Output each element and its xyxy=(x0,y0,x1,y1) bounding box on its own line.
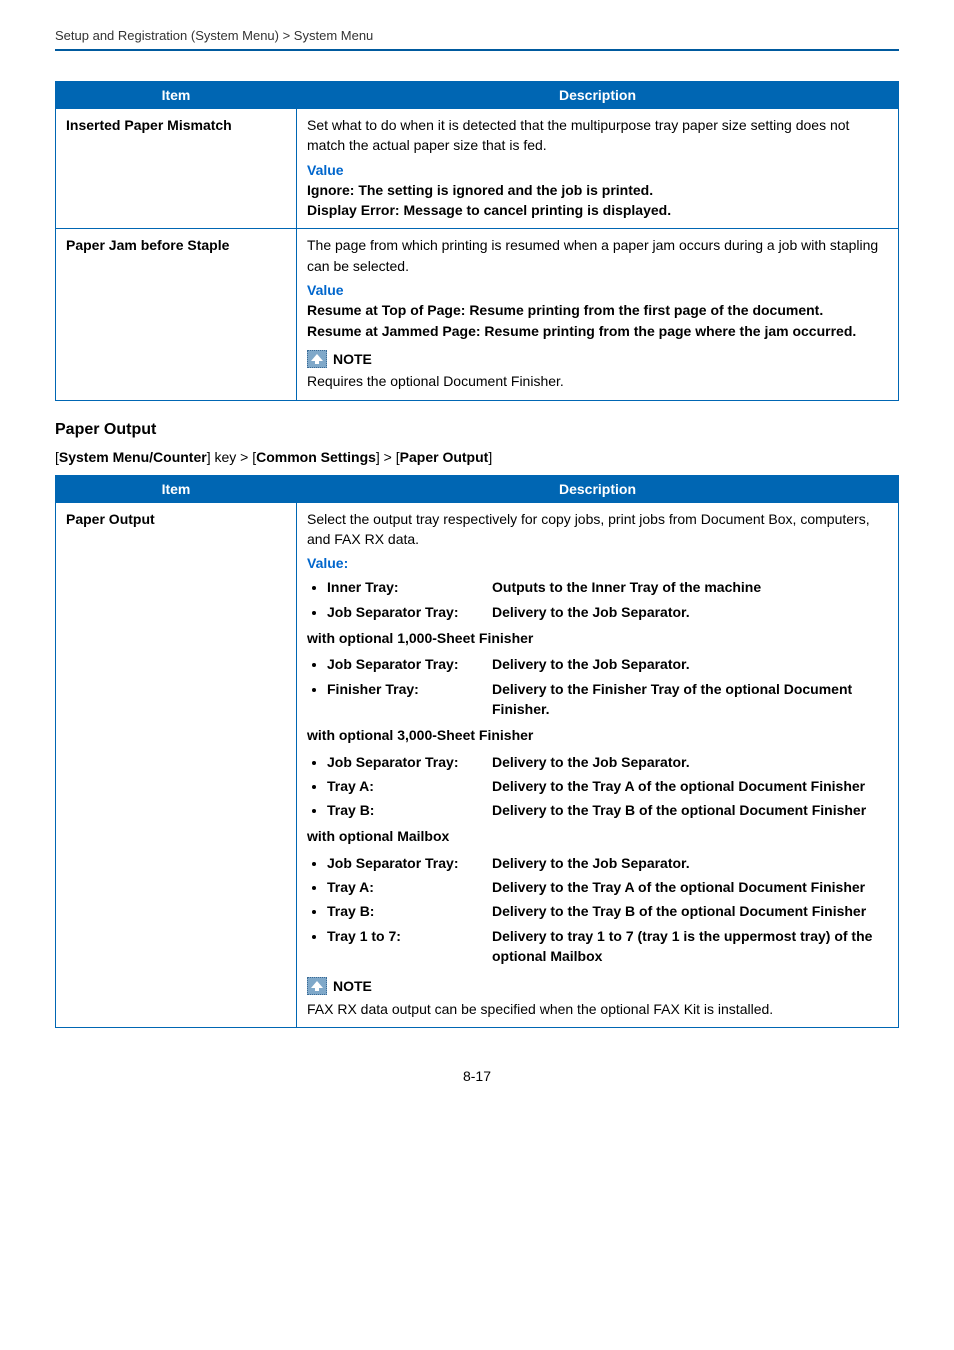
value-option: Display Error: Message to cancel printin… xyxy=(307,200,888,220)
tray-desc: Delivery to the Job Separator. xyxy=(492,654,888,674)
tray-desc: Delivery to the Tray A of the optional D… xyxy=(492,877,888,897)
value-option: Resume at Top of Page: Resume printing f… xyxy=(307,300,888,320)
tray-list-3000: Job Separator Tray:Delivery to the Job S… xyxy=(307,750,888,823)
item-cell: Paper Jam before Staple xyxy=(56,229,297,400)
note-label: NOTE xyxy=(333,349,372,369)
list-item: Job Separator Tray:Delivery to the Job S… xyxy=(327,652,888,676)
note-text: FAX RX data output can be specified when… xyxy=(307,999,888,1019)
breadcrumb: Setup and Registration (System Menu) > S… xyxy=(55,28,899,43)
menu-path: [System Menu/Counter] key > [Common Sett… xyxy=(55,449,899,465)
tray-label: Job Separator Tray: xyxy=(327,602,492,622)
group-heading: with optional 3,000-Sheet Finisher xyxy=(307,725,888,745)
tray-desc: Delivery to the Tray B of the optional D… xyxy=(492,901,888,921)
item-cell: Paper Output xyxy=(56,502,297,1027)
note-icon xyxy=(307,350,327,368)
tray-desc: Delivery to the Job Separator. xyxy=(492,752,888,772)
value-option: Ignore: The setting is ignored and the j… xyxy=(307,180,888,200)
table-row: Paper Output Select the output tray resp… xyxy=(56,502,899,1027)
tray-label: Job Separator Tray: xyxy=(327,654,492,674)
tray-desc: Outputs to the Inner Tray of the machine xyxy=(492,577,888,597)
page-number: 8-17 xyxy=(55,1068,899,1084)
th-desc: Description xyxy=(297,82,899,109)
value-label: Value: xyxy=(307,553,888,573)
list-item: Tray A:Delivery to the Tray A of the opt… xyxy=(327,875,888,899)
tray-label: Tray B: xyxy=(327,901,492,921)
tray-label: Tray A: xyxy=(327,877,492,897)
desc-intro: The page from which printing is resumed … xyxy=(307,235,888,276)
tray-label: Inner Tray: xyxy=(327,577,492,597)
tray-desc: Delivery to the Tray A of the optional D… xyxy=(492,776,888,796)
list-item: Tray B:Delivery to the Tray B of the opt… xyxy=(327,798,888,822)
desc-cell: Set what to do when it is detected that … xyxy=(297,109,899,229)
group-heading: with optional Mailbox xyxy=(307,826,888,846)
tray-label: Job Separator Tray: xyxy=(327,853,492,873)
list-item: Job Separator Tray:Delivery to the Job S… xyxy=(327,750,888,774)
th-item: Item xyxy=(56,475,297,502)
list-item: Tray 1 to 7:Delivery to tray 1 to 7 (tra… xyxy=(327,924,888,969)
list-item: Job Separator Tray:Delivery to the Job S… xyxy=(327,851,888,875)
menu-path-part: Common Settings xyxy=(256,449,376,465)
value-label: Value xyxy=(307,280,888,300)
note-label: NOTE xyxy=(333,976,372,996)
tray-desc: Delivery to tray 1 to 7 (tray 1 is the u… xyxy=(492,926,888,967)
desc-cell: Select the output tray respectively for … xyxy=(297,502,899,1027)
tray-list-default: Inner Tray:Outputs to the Inner Tray of … xyxy=(307,575,888,624)
note-text: Requires the optional Document Finisher. xyxy=(307,371,888,391)
tray-label: Tray A: xyxy=(327,776,492,796)
th-desc: Description xyxy=(297,475,899,502)
tray-label: Tray B: xyxy=(327,800,492,820)
item-cell: Inserted Paper Mismatch xyxy=(56,109,297,229)
table-row: Inserted Paper Mismatch Set what to do w… xyxy=(56,109,899,229)
th-item: Item xyxy=(56,82,297,109)
tray-label: Finisher Tray: xyxy=(327,679,492,720)
desc-cell: The page from which printing is resumed … xyxy=(297,229,899,400)
settings-table-1: Item Description Inserted Paper Mismatch… xyxy=(55,81,899,401)
header-divider xyxy=(55,49,899,51)
menu-path-sep: ] key > [ xyxy=(207,449,256,465)
menu-path-part: System Menu/Counter xyxy=(59,449,207,465)
tray-desc: Delivery to the Tray B of the optional D… xyxy=(492,800,888,820)
list-item: Finisher Tray:Delivery to the Finisher T… xyxy=(327,677,888,722)
tray-desc: Delivery to the Job Separator. xyxy=(492,602,888,622)
tray-label: Tray 1 to 7: xyxy=(327,926,492,967)
list-item: Inner Tray:Outputs to the Inner Tray of … xyxy=(327,575,888,599)
list-item: Tray A:Delivery to the Tray A of the opt… xyxy=(327,774,888,798)
desc-intro: Set what to do when it is detected that … xyxy=(307,115,888,156)
value-option: Resume at Jammed Page: Resume printing f… xyxy=(307,321,888,341)
tray-label: Job Separator Tray: xyxy=(327,752,492,772)
note-icon xyxy=(307,977,327,995)
tray-list-1000: Job Separator Tray:Delivery to the Job S… xyxy=(307,652,888,721)
tray-desc: Delivery to the Finisher Tray of the opt… xyxy=(492,679,888,720)
group-heading: with optional 1,000-Sheet Finisher xyxy=(307,628,888,648)
settings-table-2: Item Description Paper Output Select the… xyxy=(55,475,899,1028)
value-label: Value xyxy=(307,160,888,180)
list-item: Tray B:Delivery to the Tray B of the opt… xyxy=(327,899,888,923)
tray-desc: Delivery to the Job Separator. xyxy=(492,853,888,873)
menu-path-part: Paper Output xyxy=(400,449,489,465)
table-row: Paper Jam before Staple The page from wh… xyxy=(56,229,899,400)
tray-list-mailbox: Job Separator Tray:Delivery to the Job S… xyxy=(307,851,888,968)
menu-path-end: ] xyxy=(488,449,492,465)
section-heading: Paper Output xyxy=(55,421,899,439)
menu-path-sep: ] > [ xyxy=(376,449,400,465)
list-item: Job Separator Tray:Delivery to the Job S… xyxy=(327,600,888,624)
desc-intro: Select the output tray respectively for … xyxy=(307,509,888,550)
